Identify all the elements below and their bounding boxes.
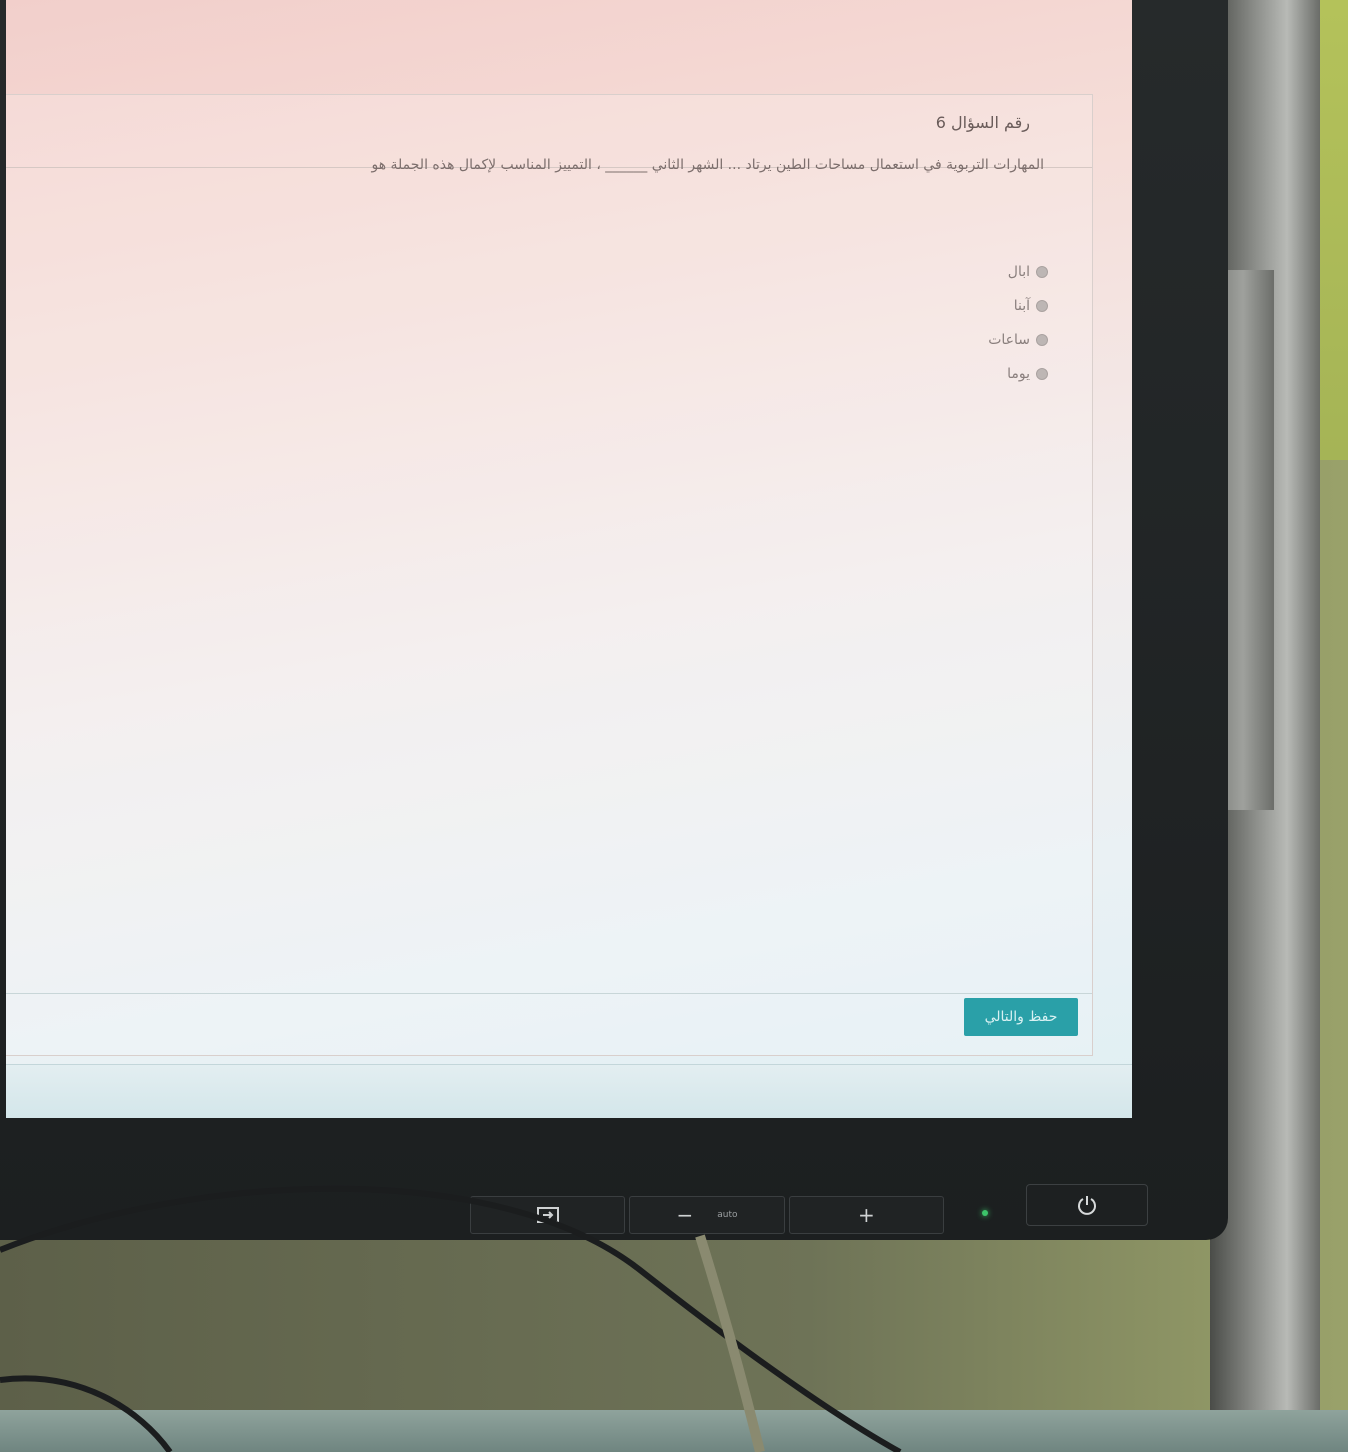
answer-option[interactable]: آبنا [988, 289, 1048, 323]
radio-icon[interactable] [1036, 368, 1048, 380]
radio-icon[interactable] [1036, 334, 1048, 346]
cables [0, 1185, 902, 1452]
panel-divider [6, 993, 1092, 994]
monitor-screen: رقم السؤال 6 المهارات التربوية في استعما… [6, 0, 1132, 1118]
monitor-bezel: رقم السؤال 6 المهارات التربوية في استعما… [0, 0, 1228, 1240]
radio-icon[interactable] [1036, 266, 1048, 278]
answer-options: ابال آبنا ساعات يوما [988, 255, 1048, 391]
page-footer [6, 1064, 1132, 1118]
answer-option-label: يوما [1007, 366, 1030, 382]
question-number: رقم السؤال 6 [935, 113, 1030, 132]
radio-icon[interactable] [1036, 300, 1048, 312]
answer-option[interactable]: ساعات [988, 323, 1048, 357]
answer-option[interactable]: يوما [988, 357, 1048, 391]
answer-option-label: ساعات [988, 332, 1030, 348]
answer-option-label: ابال [1007, 264, 1030, 280]
question-panel: رقم السؤال 6 المهارات التربوية في استعما… [6, 94, 1093, 1056]
answer-option[interactable]: ابال [988, 255, 1048, 289]
answer-option-label: آبنا [1013, 298, 1030, 314]
save-and-next-button[interactable]: حفظ والتالي [964, 998, 1078, 1036]
question-text: المهارات التربوية في استعمال مساحات الطي… [371, 157, 1044, 173]
